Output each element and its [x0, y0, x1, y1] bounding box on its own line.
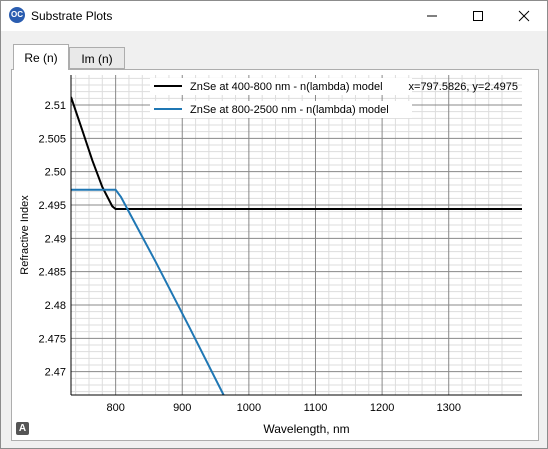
- minimize-button[interactable]: [409, 1, 455, 31]
- y-tick-label: 2.50: [45, 167, 66, 179]
- maximize-icon: [473, 11, 483, 21]
- x-tick-label: 1000: [237, 402, 261, 414]
- x-tick-label: 1200: [370, 402, 394, 414]
- series-line-2: [71, 188, 225, 395]
- x-tick-label: 1100: [304, 402, 328, 414]
- x-tick-label: 800: [106, 402, 124, 414]
- x-tick-label: 1300: [436, 402, 460, 414]
- y-tick-label: 2.485: [38, 267, 66, 279]
- y-tick-label: 2.48: [45, 300, 66, 312]
- plot-panel: 800 900 1000 1100 1200 1300 2.47 2.475 2.48 2.485…: [11, 69, 539, 441]
- maximize-button[interactable]: [455, 1, 501, 31]
- close-button[interactable]: [501, 1, 547, 31]
- y-axis-label: Refractive Index: [19, 195, 31, 275]
- y-tick-label: 2.51: [45, 100, 66, 112]
- y-tick-label: 2.49: [45, 233, 66, 245]
- close-icon: [518, 10, 530, 22]
- x-tick-label: 900: [173, 402, 191, 414]
- font-indicator-icon[interactable]: A: [16, 422, 29, 435]
- tab-re-n[interactable]: Re (n): [13, 44, 69, 70]
- window-title: Substrate Plots: [31, 9, 113, 23]
- y-tick-label: 2.505: [38, 133, 66, 145]
- substrate-plots-window: OC Substrate Plots Re (n) Im (n) 800 900 1…: [0, 0, 548, 449]
- y-tick-label: 2.47: [45, 367, 66, 379]
- app-icon: OC: [9, 7, 25, 23]
- title-bar[interactable]: OC Substrate Plots: [1, 1, 547, 31]
- y-tick-label: 2.475: [38, 333, 66, 345]
- refractive-index-chart[interactable]: 800 900 1000 1100 1200 1300 2.47 2.475 2.48 2.485…: [12, 70, 538, 440]
- legend-label-1: ZnSe at 400-800 nm - n(lambda) model: [190, 81, 383, 93]
- x-axis-label: Wavelength, nm: [263, 422, 349, 436]
- tab-im-n[interactable]: Im (n): [69, 47, 125, 69]
- legend-label-2: ZnSe at 800-2500 nm - n(lambda) model: [190, 104, 389, 116]
- y-tick-label: 2.495: [38, 200, 66, 212]
- minimize-icon: [427, 15, 437, 17]
- cursor-readout: x=797.5826, y=2.4975: [409, 81, 518, 93]
